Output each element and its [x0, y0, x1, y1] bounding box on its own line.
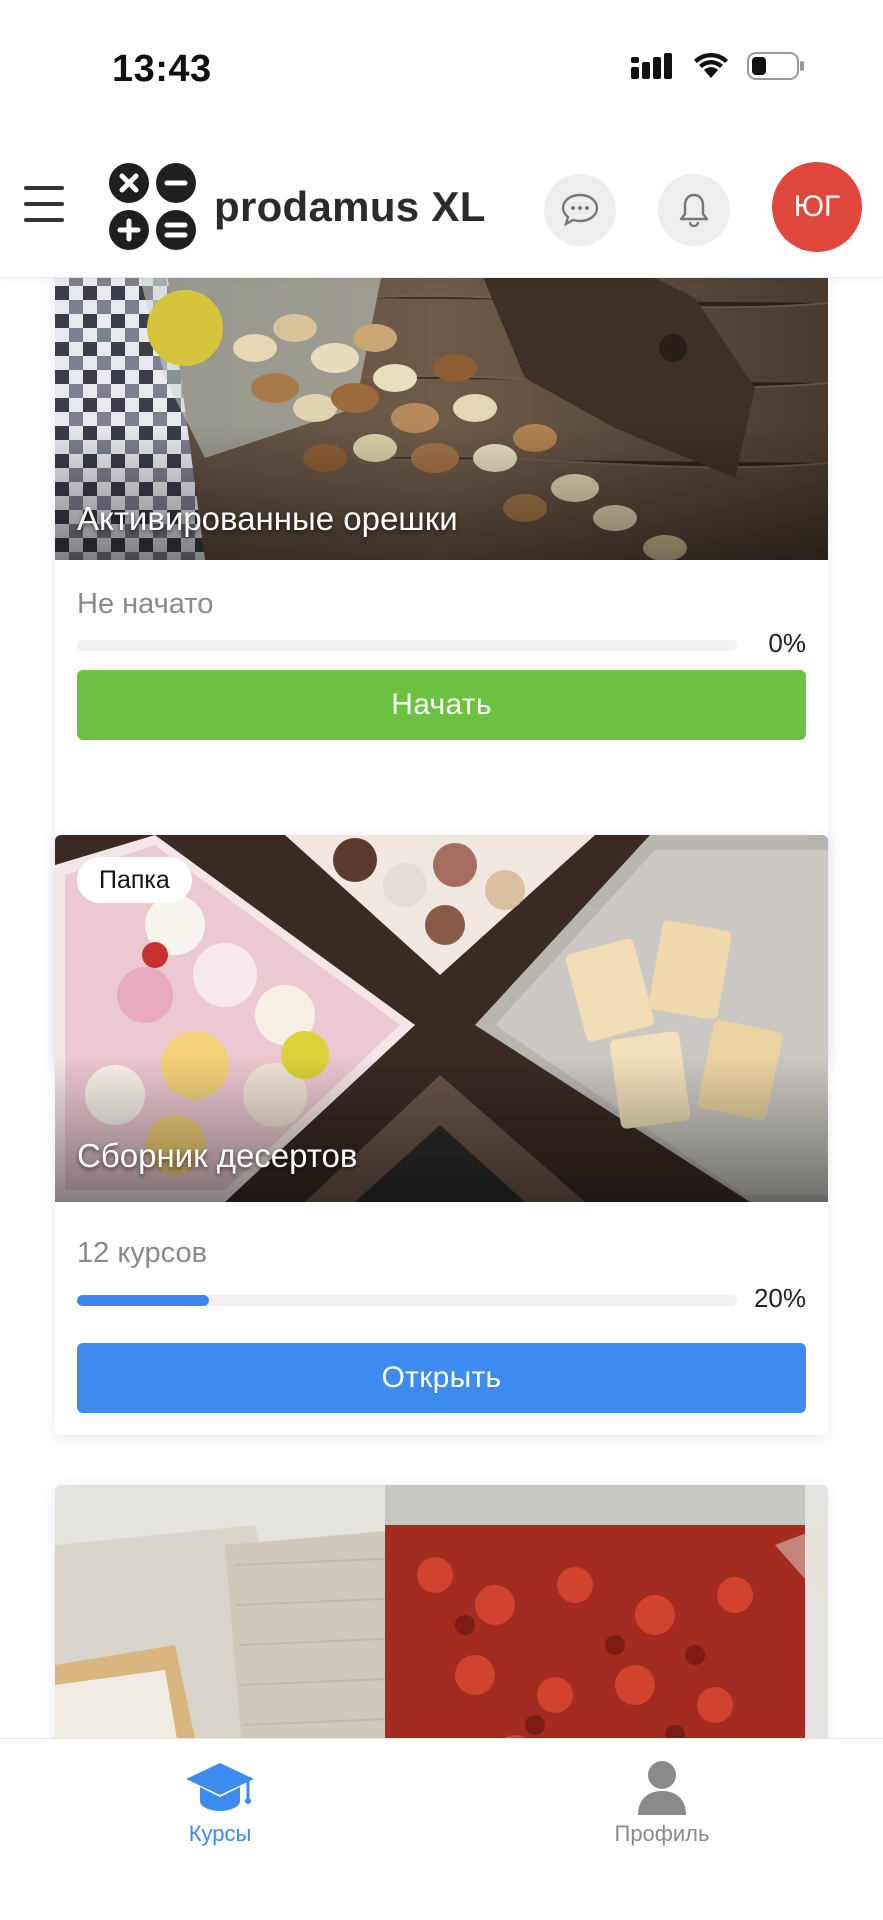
wifi-icon: [694, 52, 728, 78]
courses-count: 12 курсов: [77, 1237, 207, 1269]
progress-bar: [77, 640, 737, 651]
status-time: 13:43: [112, 48, 212, 90]
bell-icon: [679, 193, 709, 228]
folder-badge: Папка: [77, 857, 192, 903]
graduation-cap-icon: [186, 1763, 254, 1811]
folder-card[interactable]: Папка Сборник десертов 12 курсов 20% Отк…: [55, 835, 828, 1435]
battery-icon: [747, 52, 804, 80]
logo-text: prodamus XL: [214, 183, 486, 230]
chat-bubble-icon: [561, 193, 599, 227]
person-icon: [638, 1761, 686, 1815]
start-button[interactable]: Начать: [77, 670, 806, 740]
course-title: Активированные орешки: [77, 500, 458, 537]
folder-title: Сборник десертов: [77, 1137, 358, 1174]
status-icons: [631, 52, 805, 80]
course-image-desserts: Папка Сборник десертов: [55, 835, 828, 1202]
nav-courses[interactable]: Курсы: [120, 1759, 320, 1847]
progress-bar: [77, 1295, 737, 1306]
bottom-nav: Курсы Профиль: [0, 1738, 883, 1920]
tomatoes-image: [55, 1485, 828, 1738]
cellular-signal-icon: [631, 53, 672, 79]
nav-courses-label: Курсы: [188, 1821, 252, 1846]
logo[interactable]: prodamus XL: [108, 162, 486, 252]
courses-list: Активированные орешки Не начато 0% Начат…: [0, 278, 883, 1738]
course-card[interactable]: [55, 1485, 828, 1738]
nav-profile[interactable]: Профиль: [562, 1759, 762, 1847]
progress-percent: 0%: [768, 628, 806, 658]
notifications-button[interactable]: [658, 174, 730, 246]
logo-mark-icon: [109, 163, 196, 250]
status-bar: 13:43: [0, 0, 883, 140]
course-status: Не начато: [77, 588, 214, 620]
progress-percent: 20%: [753, 1283, 806, 1313]
avatar[interactable]: ЮГ: [772, 162, 862, 252]
course-image-tomatoes: [55, 1485, 828, 1738]
nav-profile-label: Профиль: [614, 1821, 710, 1846]
course-image-nuts: Активированные орешки: [55, 278, 828, 560]
progress-fill: [77, 1295, 209, 1306]
app-header: prodamus XL ЮГ: [0, 140, 883, 278]
open-button[interactable]: Открыть: [77, 1343, 806, 1413]
menu-icon[interactable]: [24, 186, 64, 222]
chat-button[interactable]: [544, 174, 616, 246]
